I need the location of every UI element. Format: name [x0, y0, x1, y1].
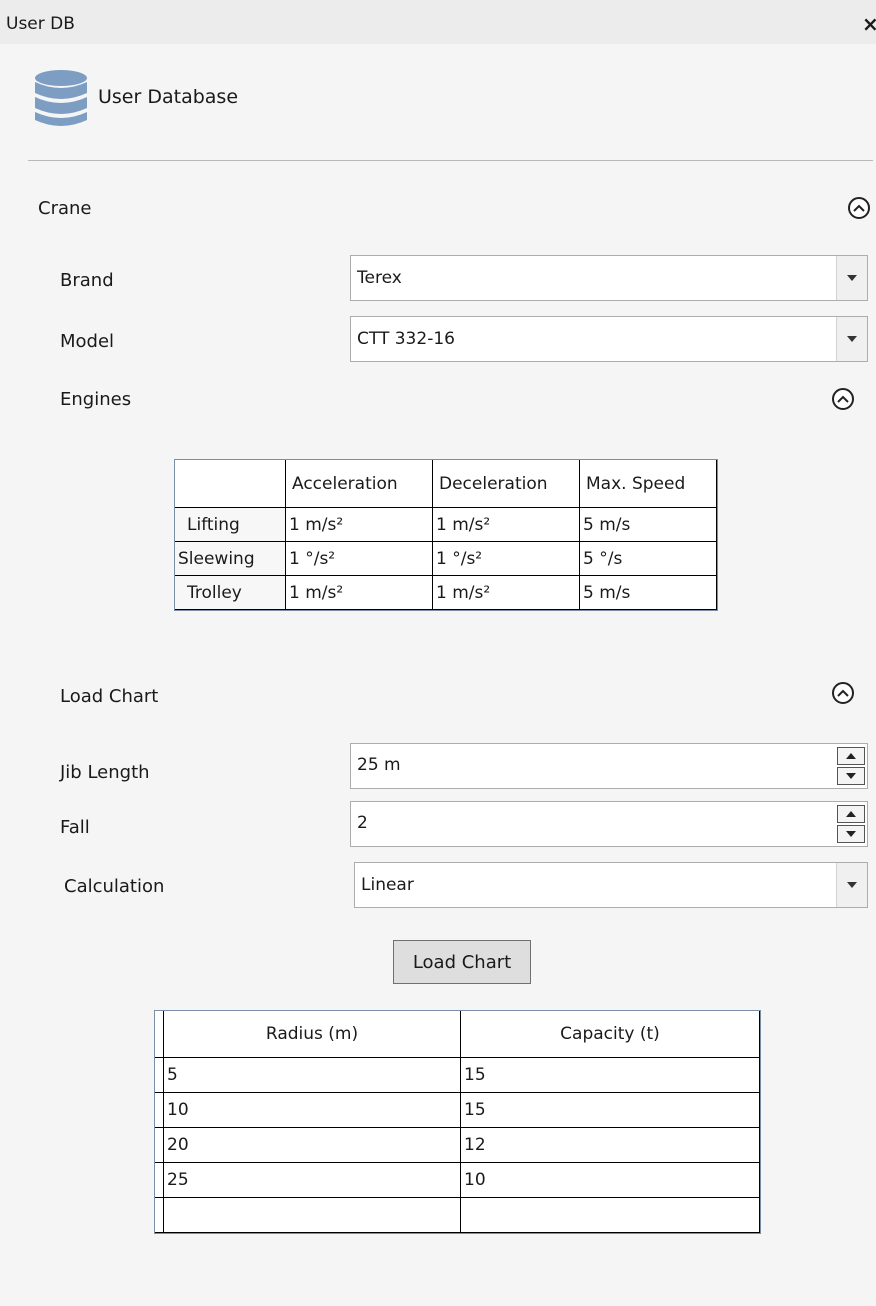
table-row — [155, 1197, 760, 1233]
engines-label: Engines — [60, 389, 132, 410]
brand-select[interactable]: Terex — [350, 255, 868, 301]
row-gutter[interactable] — [155, 1162, 164, 1198]
chevron-up-icon — [837, 689, 849, 697]
capacity-cell[interactable]: 12 — [460, 1127, 760, 1163]
divider — [28, 160, 873, 161]
calculation-label: Calculation — [64, 876, 165, 897]
table-row: Trolley 1 m/s² 1 m/s² 5 m/s — [175, 575, 717, 610]
capacity-col-header[interactable]: Capacity (t) — [460, 1011, 760, 1058]
brand-value: Terex — [357, 268, 402, 288]
load-chart-button[interactable]: Load Chart — [393, 940, 531, 984]
engine-row-header: Trolley — [175, 575, 286, 610]
radius-cell[interactable]: 20 — [163, 1127, 461, 1163]
page-title: User Database — [98, 86, 239, 108]
decrement-button[interactable] — [837, 767, 865, 785]
calculation-select[interactable]: Linear — [354, 862, 868, 908]
dropdown-arrow-icon[interactable] — [836, 863, 867, 907]
engine-cell[interactable]: 1 °/s² — [432, 541, 580, 576]
arrow-down-icon — [846, 831, 856, 837]
engines-col-header[interactable]: Max. Speed — [579, 460, 717, 508]
engine-cell[interactable]: 1 m/s² — [432, 507, 580, 542]
model-select[interactable]: CTT 332-16 — [350, 316, 868, 362]
table-row: 10 15 — [155, 1092, 760, 1128]
model-label: Model — [60, 331, 115, 352]
table-row: Sleewing 1 °/s² 1 °/s² 5 °/s — [175, 541, 717, 576]
load-chart-label: Load Chart — [60, 686, 159, 707]
row-gutter[interactable] — [155, 1197, 164, 1233]
fall-stepper[interactable]: 2 — [350, 801, 868, 847]
radius-cell[interactable]: 25 — [163, 1162, 461, 1198]
engine-cell[interactable]: 1 m/s² — [285, 507, 433, 542]
close-icon[interactable]: × — [862, 12, 876, 36]
load-chart-table: Radius (m) Capacity (t) 5 15 10 15 20 12… — [154, 1010, 761, 1234]
radius-cell[interactable]: 10 — [163, 1092, 461, 1128]
window-title-bar — [0, 0, 876, 44]
fall-value: 2 — [357, 813, 368, 833]
radius-cell[interactable]: 5 — [163, 1057, 461, 1093]
row-gutter — [155, 1011, 164, 1058]
crane-collapse-button[interactable] — [848, 197, 870, 219]
row-gutter[interactable] — [155, 1092, 164, 1128]
table-row: 25 10 — [155, 1162, 760, 1198]
section-crane-label: Crane — [38, 198, 92, 219]
calculation-value: Linear — [361, 875, 414, 895]
engine-row-header: Lifting — [175, 507, 286, 542]
dropdown-arrow-icon[interactable] — [836, 317, 867, 361]
engine-cell[interactable]: 5 m/s — [579, 507, 717, 542]
engine-cell[interactable]: 1 m/s² — [285, 575, 433, 610]
capacity-cell[interactable]: 10 — [460, 1162, 760, 1198]
row-gutter[interactable] — [155, 1057, 164, 1093]
jib-length-value: 25 m — [357, 755, 401, 775]
load-chart-collapse-button[interactable] — [832, 682, 854, 704]
capacity-cell[interactable]: 15 — [460, 1092, 760, 1128]
window-title: User DB — [6, 14, 75, 34]
database-icon — [32, 68, 90, 130]
engines-collapse-button[interactable] — [832, 388, 854, 410]
engine-cell[interactable]: 5 m/s — [579, 575, 717, 610]
table-row: 5 15 — [155, 1057, 760, 1093]
arrow-down-icon — [846, 773, 856, 779]
engine-row-header: Sleewing — [175, 541, 286, 576]
increment-button[interactable] — [837, 805, 865, 823]
brand-label: Brand — [60, 270, 114, 291]
engine-cell[interactable]: 1 m/s² — [432, 575, 580, 610]
load-chart-header-row: Radius (m) Capacity (t) — [155, 1011, 760, 1058]
chevron-up-icon — [837, 395, 849, 403]
engine-cell[interactable]: 5 °/s — [579, 541, 717, 576]
radius-col-header[interactable]: Radius (m) — [163, 1011, 461, 1058]
engines-col-header[interactable]: Deceleration — [432, 460, 580, 508]
table-row: 20 12 — [155, 1127, 760, 1163]
capacity-cell[interactable] — [460, 1197, 760, 1233]
table-row: Lifting 1 m/s² 1 m/s² 5 m/s — [175, 507, 717, 542]
decrement-button[interactable] — [837, 825, 865, 843]
chevron-up-icon — [853, 204, 865, 212]
engines-header-row: Acceleration Deceleration Max. Speed — [175, 460, 717, 508]
fall-label: Fall — [60, 817, 90, 838]
engines-table: Acceleration Deceleration Max. Speed Lif… — [174, 459, 718, 611]
radius-cell[interactable] — [163, 1197, 461, 1233]
engine-cell[interactable]: 1 °/s² — [285, 541, 433, 576]
engines-col-header[interactable]: Acceleration — [285, 460, 433, 508]
row-gutter[interactable] — [155, 1127, 164, 1163]
engines-corner-cell — [175, 460, 286, 508]
arrow-up-icon — [846, 753, 856, 759]
arrow-up-icon — [846, 811, 856, 817]
dropdown-arrow-icon[interactable] — [836, 256, 867, 300]
increment-button[interactable] — [837, 747, 865, 765]
capacity-cell[interactable]: 15 — [460, 1057, 760, 1093]
jib-length-label: Jib Length — [60, 762, 150, 783]
jib-length-stepper[interactable]: 25 m — [350, 743, 868, 789]
model-value: CTT 332-16 — [357, 329, 455, 349]
